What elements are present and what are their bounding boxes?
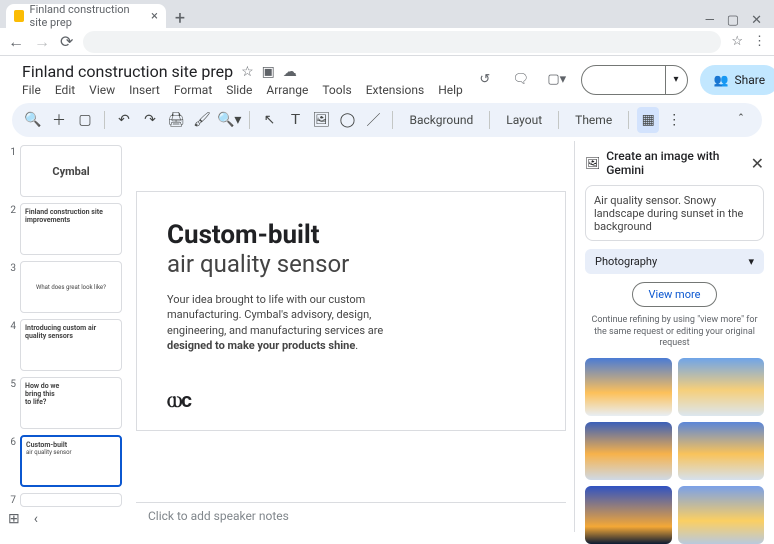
video-icon[interactable]: ▢▾	[545, 68, 569, 92]
generated-image-5[interactable]	[585, 486, 672, 544]
forward-button[interactable]: →	[34, 32, 50, 52]
select-tool-icon[interactable]: ↖	[258, 107, 280, 133]
more-icon[interactable]: ⋮	[663, 107, 685, 133]
reload-button[interactable]: ⟳	[60, 32, 73, 51]
history-icon[interactable]: ↺	[473, 68, 497, 92]
brand-mark-icon: ⲰC	[167, 392, 191, 412]
window-minimize-button[interactable]: —	[705, 13, 715, 28]
chevron-down-icon: ▾	[748, 255, 754, 268]
thumb-6[interactable]: Custom-built air quality sensor	[20, 435, 122, 487]
star-icon[interactable]: ☆	[241, 64, 254, 80]
window-maximize-button[interactable]: ▢	[727, 13, 739, 28]
generated-image-3[interactable]	[585, 422, 672, 480]
shape-icon[interactable]: ◯	[336, 107, 358, 133]
menu-edit[interactable]: Edit	[55, 83, 75, 97]
textbox-icon[interactable]: 𝖳	[284, 107, 306, 133]
generated-image-1[interactable]	[585, 358, 672, 416]
browser-tabstrip: Finland construction site prep × + — ▢ ✕	[0, 0, 774, 28]
search-menus-icon[interactable]: 🔍	[22, 107, 44, 133]
cloud-status-icon[interactable]: ☁	[283, 64, 297, 80]
transition-icon[interactable]: ▦	[637, 107, 659, 133]
menu-help[interactable]: Help	[438, 83, 463, 97]
move-icon[interactable]: ▣	[262, 64, 275, 80]
redo-icon[interactable]: ↷	[139, 107, 161, 133]
share-button[interactable]: 👥 Share	[700, 65, 774, 95]
thumb-3[interactable]: What does great look like?	[20, 261, 122, 313]
slideshow-button[interactable]: Slideshow ▾	[581, 65, 688, 95]
new-slide-dropdown-icon[interactable]: ▢	[74, 107, 96, 133]
menu-insert[interactable]: Insert	[129, 83, 160, 97]
bookmark-icon[interactable]: ☆	[731, 34, 743, 49]
collapse-panel-icon[interactable]: ˆ	[730, 107, 752, 133]
slideshow-label: Slideshow	[582, 70, 665, 95]
undo-icon[interactable]: ↶	[113, 107, 135, 133]
generated-image-2[interactable]	[678, 358, 765, 416]
image-icon[interactable]: 🖼	[310, 107, 332, 133]
style-label: Photography	[595, 255, 657, 268]
slide-canvas-area: Custom-built air quality sensor Your ide…	[128, 141, 574, 532]
slide-thumbnails: 1 Cymbal 2 Finland construction site imp…	[0, 141, 128, 532]
slide-title[interactable]: Custom-built	[167, 220, 535, 250]
share-icon: 👥	[714, 73, 729, 87]
theme-button[interactable]: Theme	[567, 113, 620, 127]
slideshow-dropdown-icon[interactable]: ▾	[665, 66, 687, 94]
menu-arrange[interactable]: Arrange	[266, 83, 308, 97]
close-panel-icon[interactable]: ✕	[751, 154, 764, 173]
generated-image-6[interactable]	[678, 486, 765, 544]
menu-bar: File Edit View Insert Format Slide Arran…	[22, 83, 463, 97]
tab-title: Finland construction site prep	[30, 3, 146, 29]
thumb-1[interactable]: Cymbal	[20, 145, 122, 197]
view-more-button[interactable]: View more	[632, 282, 718, 307]
thumb-4[interactable]: Introducing custom air quality sensors	[20, 319, 122, 371]
menu-file[interactable]: File	[22, 83, 41, 97]
print-icon[interactable]: 🖨	[165, 107, 187, 133]
speaker-notes[interactable]: Click to add speaker notes	[136, 502, 566, 532]
toolbar: 🔍 ＋ ▢ ↶ ↷ 🖨 🖌 🔍▾ ↖ 𝖳 🖼 ◯ ／ Background La…	[12, 103, 762, 137]
line-icon[interactable]: ／	[362, 107, 384, 133]
layout-button[interactable]: Layout	[498, 113, 550, 127]
new-tab-button[interactable]: +	[170, 8, 190, 28]
document-title[interactable]: Finland construction site prep	[22, 62, 233, 81]
new-slide-icon[interactable]: ＋	[48, 107, 70, 133]
menu-tools[interactable]: Tools	[322, 83, 351, 97]
slide-subtitle[interactable]: air quality sensor	[167, 250, 535, 278]
gemini-image-icon: 🖼	[585, 156, 600, 170]
menu-view[interactable]: View	[89, 83, 115, 97]
style-dropdown[interactable]: Photography ▾	[585, 249, 764, 274]
zoom-icon[interactable]: 🔍▾	[217, 107, 241, 133]
comments-icon[interactable]: 🗨	[509, 68, 533, 92]
generated-image-4[interactable]	[678, 422, 765, 480]
menu-format[interactable]: Format	[174, 83, 212, 97]
slides-favicon-icon	[14, 10, 24, 22]
prev-slide-icon[interactable]: ‹	[34, 511, 38, 527]
address-bar[interactable]	[83, 31, 721, 53]
browser-menu-icon[interactable]: ⋮	[753, 34, 766, 49]
menu-extensions[interactable]: Extensions	[366, 83, 424, 97]
gemini-panel: 🖼 Create an image with Gemini ✕ Air qual…	[574, 141, 774, 532]
thumb-7[interactable]	[20, 493, 122, 507]
generated-images-grid	[585, 358, 764, 544]
app-header: Finland construction site prep ☆ ▣ ☁ Fil…	[0, 56, 774, 97]
tab-close-icon[interactable]: ×	[151, 9, 158, 24]
window-close-button[interactable]: ✕	[751, 13, 762, 28]
share-label: Share	[735, 73, 766, 87]
paint-format-icon[interactable]: 🖌	[191, 107, 213, 133]
menu-slide[interactable]: Slide	[226, 83, 252, 97]
background-button[interactable]: Background	[401, 113, 481, 127]
slide-body[interactable]: Your idea brought to life with our custo…	[167, 292, 387, 354]
back-button[interactable]: ←	[8, 32, 24, 52]
slide-canvas[interactable]: Custom-built air quality sensor Your ide…	[136, 191, 566, 431]
browser-tab[interactable]: Finland construction site prep ×	[6, 4, 166, 28]
gemini-prompt-input[interactable]: Air quality sensor. Snowy landscape duri…	[585, 185, 764, 241]
thumb-5[interactable]: How do we bring this to life?	[20, 377, 122, 429]
browser-toolbar: ← → ⟳ ☆ ⋮	[0, 28, 774, 56]
refine-hint: Continue refining by using "view more" f…	[585, 315, 764, 350]
thumb-2[interactable]: Finland construction site improvements	[20, 203, 122, 255]
explore-icon[interactable]: ⊞	[8, 511, 20, 527]
gemini-panel-title: Create an image with Gemini	[606, 149, 744, 177]
